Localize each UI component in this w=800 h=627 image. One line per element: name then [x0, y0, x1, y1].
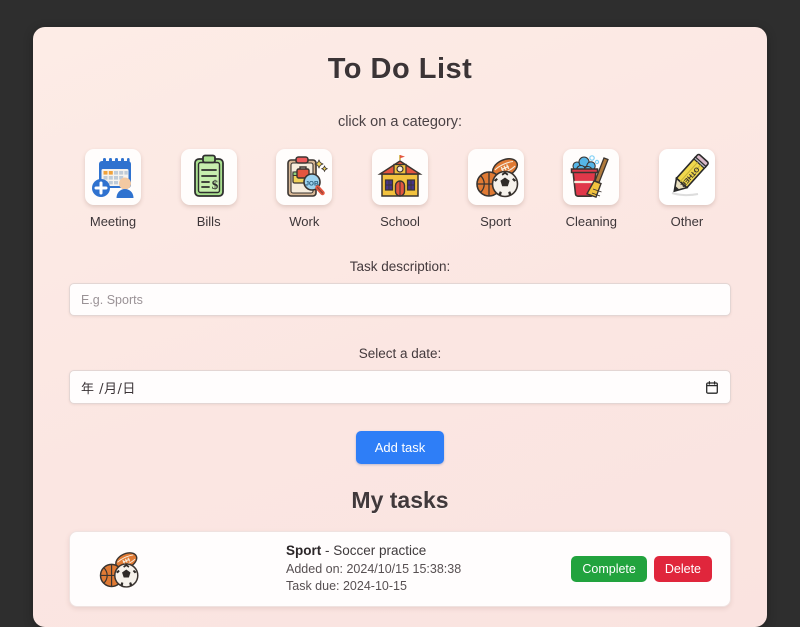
category-label: Sport	[480, 214, 512, 229]
category-sport[interactable]: Sport	[450, 149, 542, 229]
task-due-date: Task due: 2024-10-15	[286, 579, 407, 593]
category-label: Other	[670, 214, 704, 229]
pencil-icon: OTHER	[658, 149, 715, 205]
page-title: To Do List	[327, 53, 473, 85]
task-date-label: Select a date:	[358, 346, 442, 361]
category-bills[interactable]: $ Bills	[163, 149, 255, 229]
svg-text:$: $	[211, 177, 218, 192]
category-list: Meeting $ Bills JOB Work School Sport Cl…	[65, 149, 735, 229]
task-details: Sport - Soccer practice Added on: 2024/1…	[286, 543, 571, 595]
complete-task-button[interactable]: Complete	[571, 556, 647, 582]
category-label: Bills	[196, 214, 221, 229]
task-list: Sport - Soccer practice Added on: 2024/1…	[65, 531, 735, 607]
delete-task-button[interactable]: Delete	[653, 556, 712, 582]
task-date-input[interactable]: 年 /月/日	[69, 370, 731, 404]
clipboard-dollar-icon: $	[180, 149, 237, 205]
category-label: Meeting	[89, 214, 137, 229]
sports-balls-icon	[467, 149, 524, 205]
task-category: Sport	[286, 543, 322, 559]
my-tasks-heading: My tasks	[351, 487, 449, 513]
category-other[interactable]: OTHER Other	[641, 149, 733, 229]
task-added-on: Added on: 2024/10/15 15:38:38	[286, 562, 462, 577]
calendar-person-icon	[85, 149, 141, 205]
school-building-icon	[371, 149, 428, 205]
add-task-button[interactable]: Add task	[355, 431, 445, 464]
category-cleaning[interactable]: Cleaning	[545, 149, 637, 229]
category-label: Cleaning	[565, 214, 617, 229]
task-description-input[interactable]	[69, 283, 731, 316]
bucket-broom-icon	[563, 149, 620, 205]
task-action-buttons: Complete Delete	[571, 556, 712, 582]
category-instruction: click on a category:	[337, 114, 463, 130]
date-format-placeholder: 年 /月/日	[81, 381, 136, 397]
task-row: Sport - Soccer practice Added on: 2024/1…	[69, 531, 731, 607]
category-label: School	[380, 214, 420, 229]
calendar-picker-icon[interactable]	[705, 380, 719, 395]
category-work[interactable]: JOB Work	[258, 149, 350, 229]
category-school[interactable]: School	[354, 149, 446, 229]
category-meeting[interactable]: Meeting	[67, 149, 159, 229]
app-container: To Do List click on a category: Meeting …	[33, 27, 767, 627]
task-title: Sport - Soccer practice	[286, 543, 571, 558]
task-separator: -	[321, 543, 334, 559]
clipboard-briefcase-magnifier-icon: JOB	[276, 149, 333, 205]
category-label: Work	[289, 214, 320, 229]
sports-balls-icon	[90, 543, 146, 595]
task-description: Soccer practice	[333, 543, 427, 559]
task-description-label: Task description:	[349, 259, 451, 274]
